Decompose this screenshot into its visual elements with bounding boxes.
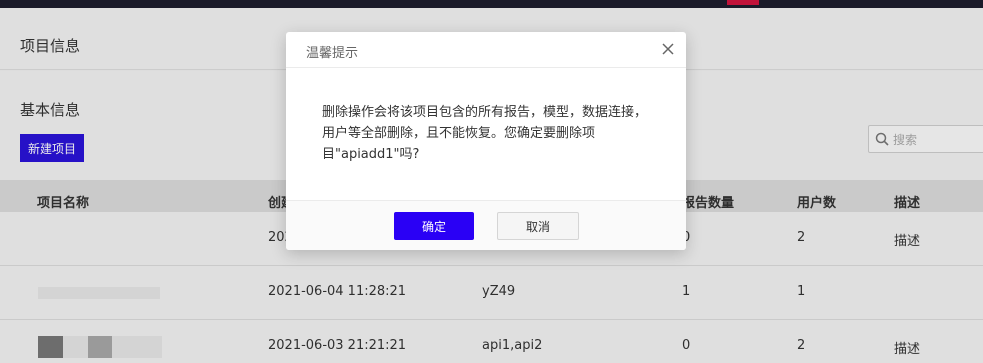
close-icon[interactable] <box>660 41 676 57</box>
modal-overlay: 温馨提示 删除操作会将该项目包含的所有报告，模型，数据连接，用户等全部删除，且不… <box>0 0 983 363</box>
dialog-message: 删除操作会将该项目包含的所有报告，模型，数据连接，用户等全部删除，且不能恢复。您… <box>322 105 648 162</box>
dialog-title: 温馨提示 <box>306 46 359 61</box>
dialog-header: 温馨提示 <box>286 32 686 68</box>
confirm-delete-dialog: 温馨提示 删除操作会将该项目包含的所有报告，模型，数据连接，用户等全部删除，且不… <box>286 32 686 250</box>
cancel-button[interactable]: 取消 <box>497 212 579 240</box>
dialog-footer: 确定 取消 <box>286 200 686 250</box>
confirm-button[interactable]: 确定 <box>394 212 474 240</box>
